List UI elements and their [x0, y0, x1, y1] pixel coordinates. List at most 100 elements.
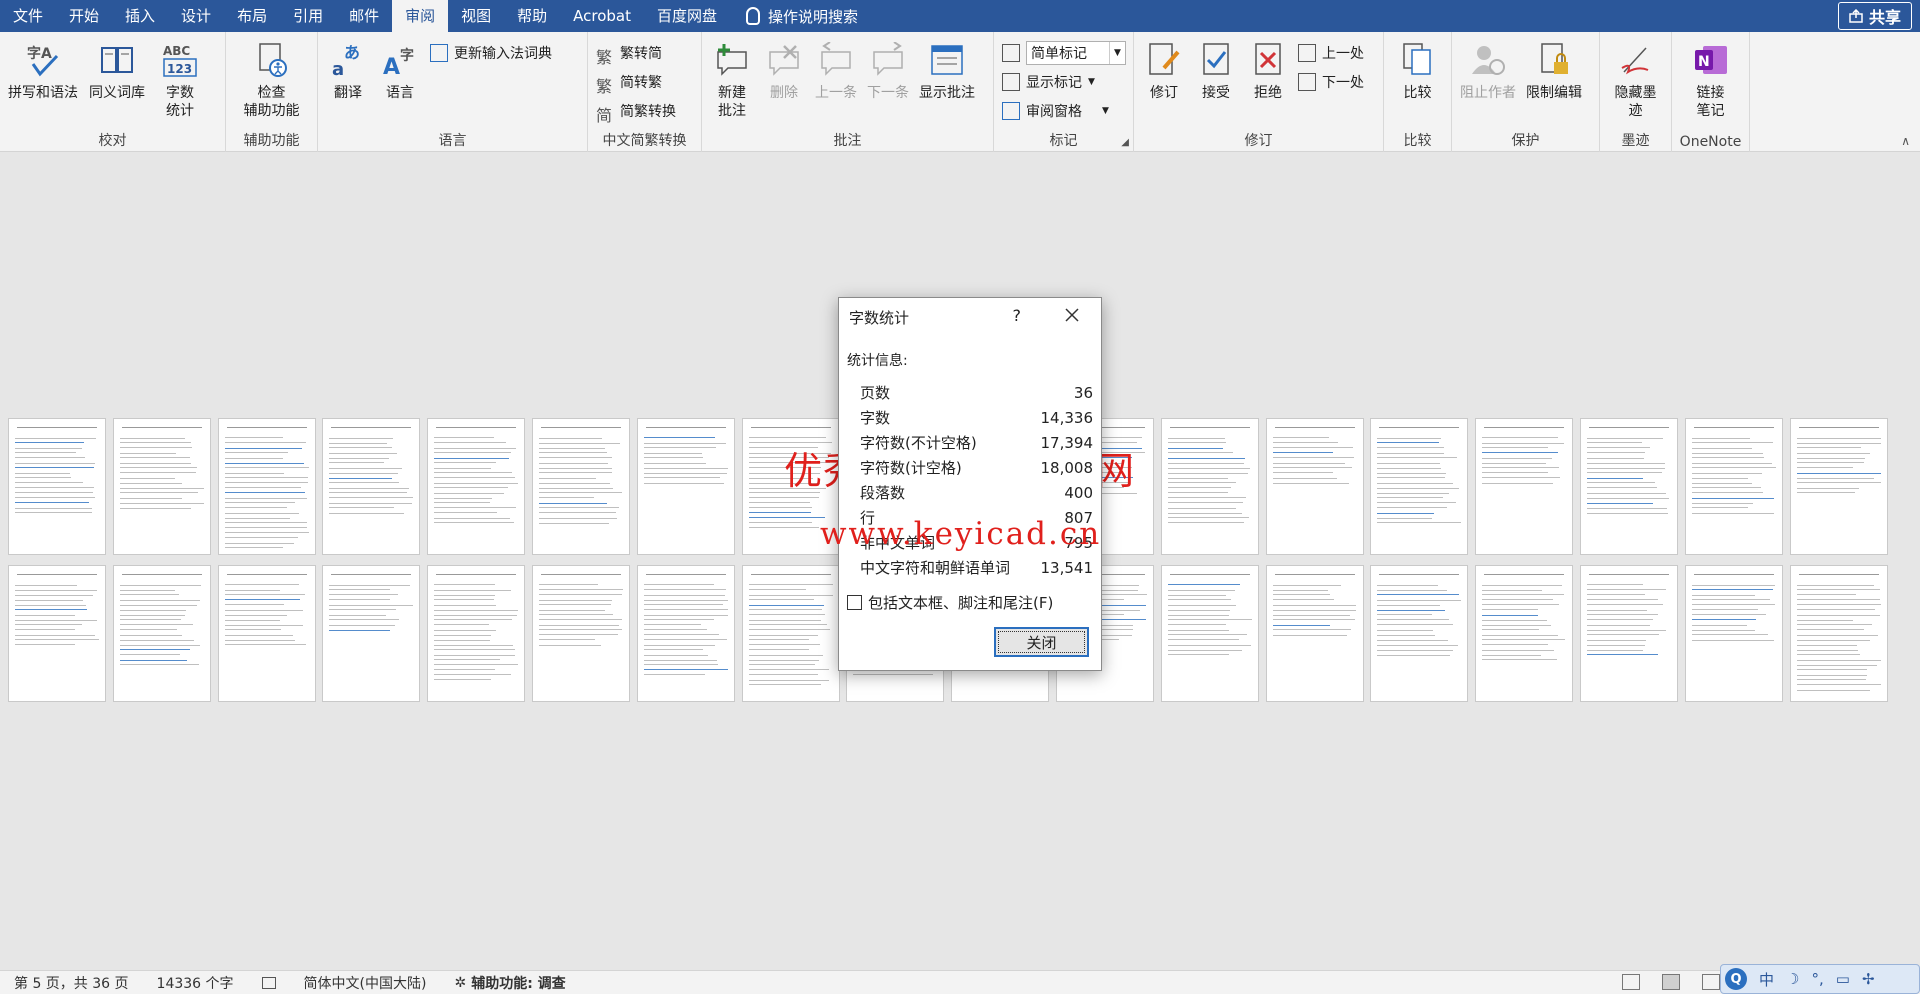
accessibility-indicator[interactable]: ✲ 辅助功能: 调查	[440, 973, 579, 993]
page-thumbnail[interactable]	[1684, 565, 1783, 702]
page-thumbnail[interactable]	[112, 418, 211, 555]
collapse-ribbon-icon[interactable]: ∧	[1901, 134, 1910, 148]
page-thumbnail[interactable]	[1160, 565, 1259, 702]
tab-baidu[interactable]: 百度网盘	[644, 0, 730, 32]
tell-me-search[interactable]: 操作说明搜索	[746, 6, 858, 27]
tab-design[interactable]: 设计	[168, 0, 224, 32]
chevron-down-icon[interactable]: ▼	[1109, 41, 1125, 64]
text-line	[1691, 457, 1764, 458]
read-mode-icon[interactable]	[1622, 974, 1640, 990]
print-layout-icon[interactable]	[1662, 974, 1680, 990]
group-protect: 阻止作者 限制编辑 保护	[1452, 32, 1600, 152]
text-line	[224, 537, 298, 538]
page-thumbnail[interactable]	[427, 565, 526, 702]
text-line	[643, 437, 715, 438]
update-ime-button[interactable]: 更新输入法词典	[426, 40, 556, 65]
tab-mailings[interactable]: 邮件	[336, 0, 392, 32]
text-line	[224, 547, 283, 548]
close-icon[interactable]	[1061, 304, 1083, 326]
page-thumbnail[interactable]	[217, 418, 316, 555]
page-thumbnail[interactable]	[1789, 418, 1888, 555]
text-line	[643, 473, 727, 474]
ime-settings-icon[interactable]: ✢	[1862, 970, 1875, 988]
text-line	[224, 590, 280, 591]
text-line	[1796, 684, 1881, 685]
proofing-status[interactable]	[248, 976, 290, 989]
tab-help[interactable]: 帮助	[504, 0, 560, 32]
text-line	[1377, 522, 1462, 523]
punctuation-icon[interactable]: °,	[1811, 970, 1823, 988]
show-markup-button[interactable]: 显示标记 ▼	[998, 69, 1130, 94]
page-thumbnail[interactable]	[8, 565, 106, 702]
tab-insert[interactable]: 插入	[112, 0, 168, 32]
page-thumbnail[interactable]	[741, 565, 840, 702]
page-thumbnail[interactable]	[427, 418, 526, 555]
keyboard-icon[interactable]: ▭	[1836, 970, 1850, 988]
tab-references[interactable]: 引用	[280, 0, 336, 32]
text-line	[539, 478, 596, 479]
page-thumbnail[interactable]	[322, 418, 421, 555]
simplified-to-traditional-button[interactable]: 繁 简转繁	[592, 69, 680, 96]
text-line	[1482, 659, 1558, 660]
tab-home[interactable]: 开始	[56, 0, 112, 32]
page-thumbnail[interactable]	[112, 565, 211, 702]
reviewing-pane-button[interactable]: 审阅窗格 ▼	[998, 98, 1130, 123]
tab-view[interactable]: 视图	[448, 0, 504, 32]
page-thumbnail[interactable]	[217, 565, 316, 702]
chinese-conversion-button[interactable]: 简 简繁转换	[592, 98, 680, 125]
page-thumbnail[interactable]	[1580, 418, 1678, 555]
page-thumbnail[interactable]	[1684, 418, 1783, 555]
tab-layout[interactable]: 布局	[224, 0, 280, 32]
page-thumbnail[interactable]	[1580, 565, 1678, 702]
moon-icon[interactable]: ☽	[1786, 970, 1799, 988]
previous-change-button[interactable]: 上一处	[1294, 40, 1368, 65]
text-line	[748, 674, 818, 675]
text-line	[1587, 594, 1645, 595]
text-line	[1587, 472, 1662, 473]
page-thumbnail[interactable]	[636, 418, 735, 555]
tab-review[interactable]: 审阅	[392, 0, 449, 32]
traditional-to-simplified-button[interactable]: 繁 繁转简	[592, 40, 680, 67]
tab-acrobat[interactable]: Acrobat	[560, 0, 644, 32]
text-line	[15, 502, 89, 503]
page-thumbnail[interactable]	[1370, 565, 1469, 702]
text-line	[119, 483, 182, 484]
page-thumbnail[interactable]	[8, 418, 106, 555]
share-button[interactable]: 共享	[1837, 2, 1912, 30]
page-thumbnail[interactable]	[1265, 565, 1364, 702]
language-indicator[interactable]: 简体中文(中国大陆)	[290, 973, 441, 993]
include-textboxes-label[interactable]: 包括文本框、脚注和尾注(F)	[868, 592, 1053, 613]
text-line	[1167, 452, 1233, 453]
text-line	[329, 438, 394, 439]
page-thumbnail[interactable]	[322, 565, 421, 702]
tab-file[interactable]: 文件	[0, 0, 56, 32]
word-count-indicator[interactable]: 14336 个字	[143, 973, 248, 993]
help-button[interactable]: ?	[1013, 306, 1022, 325]
page-indicator[interactable]: 第 5 页，共 36 页	[0, 973, 143, 993]
page-thumbnail[interactable]	[1265, 418, 1364, 555]
text-line	[224, 522, 307, 523]
web-layout-icon[interactable]	[1702, 974, 1720, 990]
page-thumbnail[interactable]	[532, 565, 630, 702]
ime-language[interactable]: 中	[1759, 969, 1774, 990]
text-line	[1796, 458, 1865, 459]
page-thumbnail[interactable]	[636, 565, 735, 702]
page-thumbnail[interactable]	[1789, 565, 1888, 702]
page-thumbnail[interactable]	[1160, 418, 1259, 555]
page-thumbnail[interactable]	[1475, 565, 1574, 702]
text-line	[1587, 478, 1643, 479]
next-change-button[interactable]: 下一处	[1294, 69, 1368, 94]
close-button[interactable]: 关闭	[994, 627, 1089, 657]
page-thumbnail[interactable]	[1475, 418, 1574, 555]
group-accessibility: 检查 辅助功能 辅助功能	[226, 32, 318, 152]
markup-mode-select[interactable]: 简单标记 ▼	[998, 40, 1130, 65]
text-line	[1796, 645, 1857, 646]
include-textboxes-checkbox[interactable]	[847, 595, 862, 610]
text-line	[434, 640, 491, 641]
page-thumbnail[interactable]	[1370, 418, 1469, 555]
text-line	[1587, 482, 1655, 483]
ime-toolbar[interactable]: Q 中 ☽ °, ▭ ✢	[1720, 964, 1920, 994]
text-line	[539, 594, 622, 595]
include-textboxes-checkbox-row[interactable]: 包括文本框、脚注和尾注(F)	[839, 592, 1101, 613]
page-thumbnail[interactable]	[532, 418, 630, 555]
